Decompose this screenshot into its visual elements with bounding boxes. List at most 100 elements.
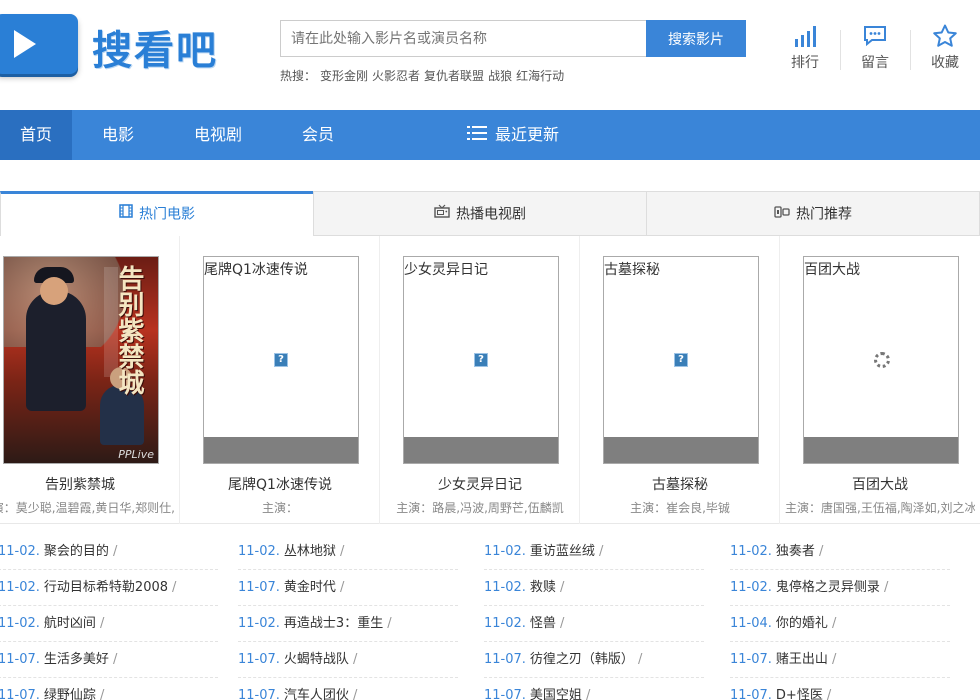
update-title[interactable]: 你的婚礼 (776, 616, 828, 631)
update-title[interactable]: 美国空姐 (530, 688, 582, 700)
movie-title[interactable]: 少女灵异日记 (380, 474, 580, 494)
tab-label: 热播电视剧 (456, 206, 526, 223)
update-title[interactable]: 汽车人团伙 (284, 688, 349, 700)
tab-recommend[interactable]: 热门推荐 (646, 191, 980, 236)
list-item[interactable]: 11-02. 救赎 / (484, 570, 704, 606)
update-title[interactable]: 独奏者 (776, 544, 815, 559)
hot-item[interactable]: 战狼 (488, 69, 512, 83)
poster-alt-text: 少女灵异日记 (404, 262, 488, 278)
nav-tv[interactable]: 电视剧 (180, 110, 256, 160)
search-input[interactable] (280, 20, 646, 57)
separator: / (99, 688, 105, 700)
list-item[interactable]: 11-07. 汽车人团伙 / (238, 678, 458, 700)
list-item[interactable]: 11-02. 重访蓝丝绒 / (484, 534, 704, 570)
update-date: 11-02. (238, 544, 280, 559)
movie-title[interactable]: 尾牌Q1冰速传说 (180, 474, 380, 494)
update-list: 11-02. 独奏者/11-02. 鬼停格之灵异侧录/11-04. 你的婚礼/11-0… (730, 534, 950, 700)
update-title[interactable]: 彷徨之刃（韩版） (530, 652, 634, 667)
broken-image-icon: ? (274, 353, 288, 367)
category-tabs: 热门电影 热播电视剧 热门推荐 (0, 191, 980, 236)
list-item[interactable]: 11-07. 赌王出山 / (730, 642, 950, 678)
update-title[interactable]: 救赎 (530, 580, 556, 595)
movie-card[interactable]: 少女灵异日记 ? 少女灵异日记 主演：路晨,冯波,周野芒,伍麟凯 (380, 236, 580, 524)
site-name[interactable]: 搜看吧 (92, 18, 218, 76)
hot-item[interactable]: 变形金刚 (320, 69, 368, 83)
update-title[interactable]: 丛林地狱 (284, 544, 336, 559)
separator: / (352, 652, 358, 667)
message-button[interactable]: 留言 (840, 22, 910, 78)
movie-poster[interactable]: 古墓探秘 ? (603, 256, 759, 464)
hot-item[interactable]: 复仇者联盟 (424, 69, 484, 83)
update-title[interactable]: 鬼停格之灵异侧录 (776, 580, 880, 595)
update-title[interactable]: 重访蓝丝绒 (530, 544, 595, 559)
separator: / (818, 544, 824, 559)
broken-image-icon: ? (474, 353, 488, 367)
movie-title[interactable]: 古墓探秘 (580, 474, 780, 494)
search-button[interactable]: 搜索影片 (646, 20, 746, 57)
movie-card[interactable]: 百团大战 百团大战 主演：唐国强,王伍福,陶泽如,刘之冰 (780, 236, 980, 524)
separator: / (112, 544, 118, 559)
update-title[interactable]: 赌王出山 (776, 652, 828, 667)
list-item[interactable]: 11-07. 生活多美好 / (0, 642, 218, 678)
ranking-button[interactable]: 排行 (770, 22, 840, 78)
nav-vip[interactable]: 会员 (282, 110, 354, 160)
update-date: 11-07. (238, 580, 280, 595)
movie-card[interactable]: 告别紫禁城 PPLive 告别紫禁城 主演：莫少聪,温碧霞,黄日华,郑则仕, (0, 236, 180, 524)
movie-title[interactable]: 百团大战 (780, 474, 980, 494)
movie-starring: 主演：唐国强,王伍福,陶泽如,刘之冰 (785, 501, 975, 515)
list-item[interactable]: 11-07. 彷徨之刃（韩版） / (484, 642, 704, 678)
separator: / (598, 544, 604, 559)
hot-label: 热搜： (280, 69, 317, 83)
update-title[interactable]: 黄金时代 (284, 580, 336, 595)
tab-hot-tv[interactable]: 热播电视剧 (313, 191, 647, 236)
list-item[interactable]: 11-07. 火蝎特战队 / (238, 642, 458, 678)
movie-title[interactable]: 告别紫禁城 (0, 474, 180, 494)
site-logo[interactable] (0, 14, 78, 74)
list-item[interactable]: 11-02. 鬼停格之灵异侧录 / (730, 570, 950, 606)
movie-poster[interactable]: 尾牌Q1冰速传说 ? (203, 256, 359, 464)
tab-hot-movies[interactable]: 热门电影 (0, 191, 314, 236)
update-title[interactable]: 怪兽 (530, 616, 556, 631)
hot-item[interactable]: 红海行动 (516, 69, 564, 83)
update-title[interactable]: 再造战士3：重生 (284, 616, 383, 631)
list-item[interactable]: 11-02. 独奏者 / (730, 534, 950, 570)
movie-poster[interactable]: 告别紫禁城 PPLive (3, 256, 159, 464)
movie-poster[interactable]: 百团大战 (803, 256, 959, 464)
list-item[interactable]: 11-02. 再造战士3：重生 / (238, 606, 458, 642)
separator: / (99, 616, 105, 631)
update-title[interactable]: 绿野仙踪 (44, 688, 96, 700)
list-item[interactable]: 11-07. 绿野仙踪 / (0, 678, 218, 700)
movie-poster[interactable]: 少女灵异日记 ? (403, 256, 559, 464)
list-item[interactable]: 11-04. 你的婚礼 / (730, 606, 950, 642)
nav-latest[interactable]: 最近更新 (458, 110, 568, 160)
movie-starring: 主演：崔会良,毕铖 (630, 501, 730, 515)
movie-card[interactable]: 尾牌Q1冰速传说 ? 尾牌Q1冰速传说 主演： (180, 236, 380, 524)
list-item[interactable]: 11-07. D+怪医 / (730, 678, 950, 700)
update-date: 11-07. (730, 652, 772, 667)
poster-image: 告别紫禁城 PPLive (4, 257, 158, 463)
nav-movies[interactable]: 电影 (82, 110, 154, 160)
list-item[interactable]: 11-07. 美国空姐 / (484, 678, 704, 700)
update-date: 11-07. (238, 652, 280, 667)
list-item[interactable]: 11-07. 黄金时代 / (238, 570, 458, 606)
list-item[interactable]: 11-02. 怪兽 / (484, 606, 704, 642)
nav-home[interactable]: 首页 (0, 110, 72, 160)
list-item[interactable]: 11-02. 聚会的目的 / (0, 534, 218, 570)
broken-image-icon: ? (674, 353, 688, 367)
hot-item[interactable]: 火影忍者 (372, 69, 420, 83)
update-title[interactable]: 聚会的目的 (44, 544, 109, 559)
list-item[interactable]: 11-02. 航时凶间 / (0, 606, 218, 642)
update-title[interactable]: 航时凶间 (44, 616, 96, 631)
update-title[interactable]: 火蝎特战队 (284, 652, 349, 667)
update-date: 11-02. (0, 544, 40, 559)
update-title[interactable]: D+怪医 (776, 688, 823, 700)
favorite-button[interactable]: 收藏 (910, 22, 980, 78)
list-icon (466, 111, 487, 161)
update-title[interactable]: 生活多美好 (44, 652, 109, 667)
movie-card[interactable]: 古墓探秘 ? 古墓探秘 主演：崔会良,毕铖 (580, 236, 780, 524)
separator: / (339, 580, 345, 595)
update-title[interactable]: 行动目标希特勒2008 (44, 580, 168, 595)
poster-alt-text: 百团大战 (804, 262, 860, 278)
list-item[interactable]: 11-02. 行动目标希特勒2008 / (0, 570, 218, 606)
list-item[interactable]: 11-02. 丛林地狱 / (238, 534, 458, 570)
